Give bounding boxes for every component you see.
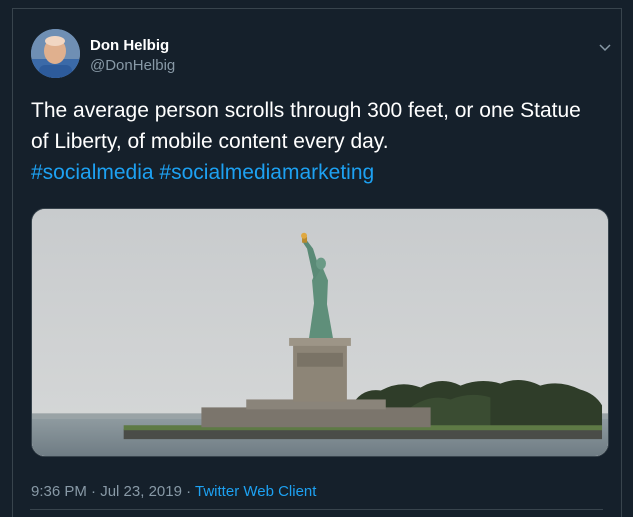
tweet-card[interactable]: Don Helbig @DonHelbig The average person… (12, 8, 622, 517)
tweet-header: Don Helbig @DonHelbig (31, 29, 616, 79)
avatar[interactable] (31, 29, 80, 78)
client-link[interactable]: Twitter Web Client (195, 483, 316, 500)
separator: · (181, 483, 196, 500)
tweet-body: The average person scrolls through 300 f… (31, 99, 581, 153)
tweet-meta: 9:36 PM · Jul 23, 2019 · Twitter Web Cli… (31, 483, 316, 500)
chevron-down-icon (599, 44, 611, 52)
more-options-button[interactable] (594, 37, 616, 59)
divider (30, 509, 603, 510)
tweet-date[interactable]: Jul 23, 2019 (100, 483, 182, 500)
author-handle[interactable]: @DonHelbig (90, 57, 175, 74)
separator: · (86, 483, 101, 500)
tweet-text: The average person scrolls through 300 f… (31, 95, 591, 188)
hashtag-link[interactable]: #socialmedia (31, 161, 154, 184)
author-name[interactable]: Don Helbig (90, 37, 169, 54)
hashtag-link[interactable]: #socialmediamarketing (159, 161, 374, 184)
tweet-photo[interactable] (31, 208, 609, 457)
tweet-time[interactable]: 9:36 PM (31, 483, 87, 500)
